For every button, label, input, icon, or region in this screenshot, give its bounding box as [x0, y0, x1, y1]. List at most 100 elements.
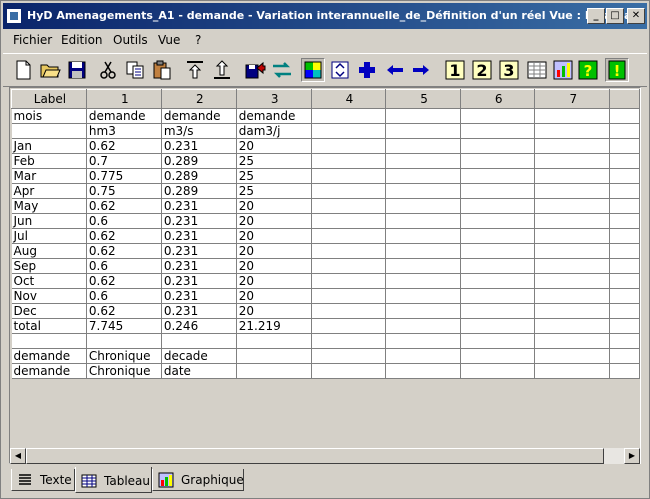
table-cell[interactable] — [385, 213, 461, 229]
save-icon[interactable] — [65, 58, 89, 82]
table-cell[interactable] — [385, 348, 461, 364]
table-cell[interactable] — [311, 168, 387, 184]
column-header[interactable]: 4 — [310, 89, 387, 109]
maximize-button[interactable]: □ — [606, 8, 624, 24]
table-cell[interactable]: 0.231 — [161, 198, 237, 214]
table-cell[interactable]: 20 — [236, 138, 312, 154]
table-cell[interactable] — [460, 333, 536, 349]
table-view-icon[interactable] — [525, 58, 549, 82]
column-header[interactable]: 7 — [534, 89, 611, 109]
table-cell[interactable]: Jul — [11, 228, 87, 244]
info-icon[interactable]: ! — [605, 58, 629, 82]
table-cell[interactable]: mois — [11, 108, 87, 124]
table-cell[interactable]: hm3 — [86, 123, 162, 139]
menu-fichier[interactable]: Fichier — [13, 33, 52, 47]
color-grid-icon[interactable] — [301, 58, 325, 82]
table-cell[interactable] — [311, 108, 387, 124]
table-cell[interactable]: demande — [11, 363, 87, 379]
table-cell[interactable] — [311, 228, 387, 244]
table-cell[interactable] — [460, 138, 536, 154]
table-cell[interactable] — [385, 318, 461, 334]
table-cell[interactable] — [311, 303, 387, 319]
table-cell[interactable]: 20 — [236, 213, 312, 229]
table-cell[interactable]: May — [11, 198, 87, 214]
table-cell[interactable]: 0.62 — [86, 138, 162, 154]
table-cell[interactable] — [385, 258, 461, 274]
table-cell[interactable] — [460, 288, 536, 304]
table-cell[interactable] — [385, 273, 461, 289]
table-cell[interactable] — [534, 303, 611, 319]
table-cell[interactable]: 0.231 — [161, 138, 237, 154]
table-cell[interactable] — [311, 318, 387, 334]
table-cell[interactable] — [534, 168, 611, 184]
column-header[interactable]: 1 — [85, 89, 162, 109]
view-1-icon[interactable]: 1 — [443, 58, 467, 82]
table-cell[interactable] — [534, 213, 611, 229]
table-cell[interactable] — [534, 183, 611, 199]
column-header[interactable]: 3 — [235, 89, 312, 109]
tab-graphique[interactable]: Graphique — [152, 469, 244, 491]
table-cell[interactable]: Sep — [11, 258, 87, 274]
table-cell[interactable]: 0.231 — [161, 243, 237, 259]
table-cell[interactable] — [311, 198, 387, 214]
table-cell[interactable]: 20 — [236, 273, 312, 289]
copy-icon[interactable] — [123, 58, 147, 82]
tab-tableau[interactable]: Tableau — [75, 467, 152, 493]
align-top-icon[interactable] — [183, 58, 207, 82]
table-cell[interactable] — [385, 198, 461, 214]
table-cell[interactable] — [385, 303, 461, 319]
swap-icon[interactable] — [270, 58, 294, 82]
table-cell[interactable]: Mar — [11, 168, 87, 184]
table-cell[interactable]: demande — [11, 348, 87, 364]
table-cell[interactable]: 20 — [236, 243, 312, 259]
table-cell[interactable] — [460, 363, 536, 379]
table-cell[interactable] — [460, 213, 536, 229]
table-cell[interactable] — [534, 153, 611, 169]
column-header[interactable]: 6 — [459, 89, 536, 109]
table-cell[interactable]: Chronique — [86, 363, 162, 379]
table-cell[interactable] — [385, 288, 461, 304]
table-cell[interactable]: Aug — [11, 243, 87, 259]
table-cell[interactable]: Dec — [11, 303, 87, 319]
table-cell[interactable]: 0.6 — [86, 258, 162, 274]
table-cell[interactable] — [385, 228, 461, 244]
table-cell[interactable]: dam3/j — [236, 123, 312, 139]
table-cell[interactable] — [460, 108, 536, 124]
menu-vue[interactable]: Vue — [158, 33, 180, 47]
table-cell[interactable] — [311, 213, 387, 229]
scroll-thumb[interactable] — [26, 448, 604, 464]
table-cell[interactable] — [311, 153, 387, 169]
table-cell[interactable]: 0.7 — [86, 153, 162, 169]
table-cell[interactable] — [460, 348, 536, 364]
table-cell[interactable] — [534, 348, 611, 364]
table-cell[interactable]: 20 — [236, 258, 312, 274]
table-cell[interactable]: 25 — [236, 153, 312, 169]
table-cell[interactable] — [11, 123, 87, 139]
column-header[interactable]: 2 — [160, 89, 237, 109]
table-cell[interactable] — [311, 243, 387, 259]
table-cell[interactable] — [534, 108, 611, 124]
table-cell[interactable]: 0.231 — [161, 213, 237, 229]
table-cell[interactable]: total — [11, 318, 87, 334]
table-cell[interactable] — [311, 183, 387, 199]
table-cell[interactable]: 25 — [236, 168, 312, 184]
open-folder-icon[interactable] — [38, 58, 62, 82]
table-cell[interactable]: demande — [236, 108, 312, 124]
align-bottom-icon[interactable] — [210, 58, 234, 82]
table-cell[interactable]: decade — [161, 348, 237, 364]
table-cell[interactable] — [460, 258, 536, 274]
table-cell[interactable]: Apr — [11, 183, 87, 199]
table-cell[interactable]: 0.62 — [86, 228, 162, 244]
table-cell[interactable] — [460, 228, 536, 244]
table-cell[interactable]: 0.231 — [161, 258, 237, 274]
table-cell[interactable]: 0.231 — [161, 228, 237, 244]
table-cell[interactable] — [11, 333, 87, 349]
column-header[interactable]: Label — [11, 89, 87, 109]
help-icon[interactable]: ? — [576, 58, 600, 82]
table-cell[interactable] — [311, 333, 387, 349]
title-bar[interactable]: HyD Amenagements_A1 - demande - Variatio… — [3, 3, 647, 29]
table-cell[interactable] — [460, 123, 536, 139]
table-cell[interactable]: Feb — [11, 153, 87, 169]
table-cell[interactable] — [311, 138, 387, 154]
data-grid[interactable]: Label 1 2 3 4 5 6 7 mois demande demande de… — [9, 87, 641, 464]
